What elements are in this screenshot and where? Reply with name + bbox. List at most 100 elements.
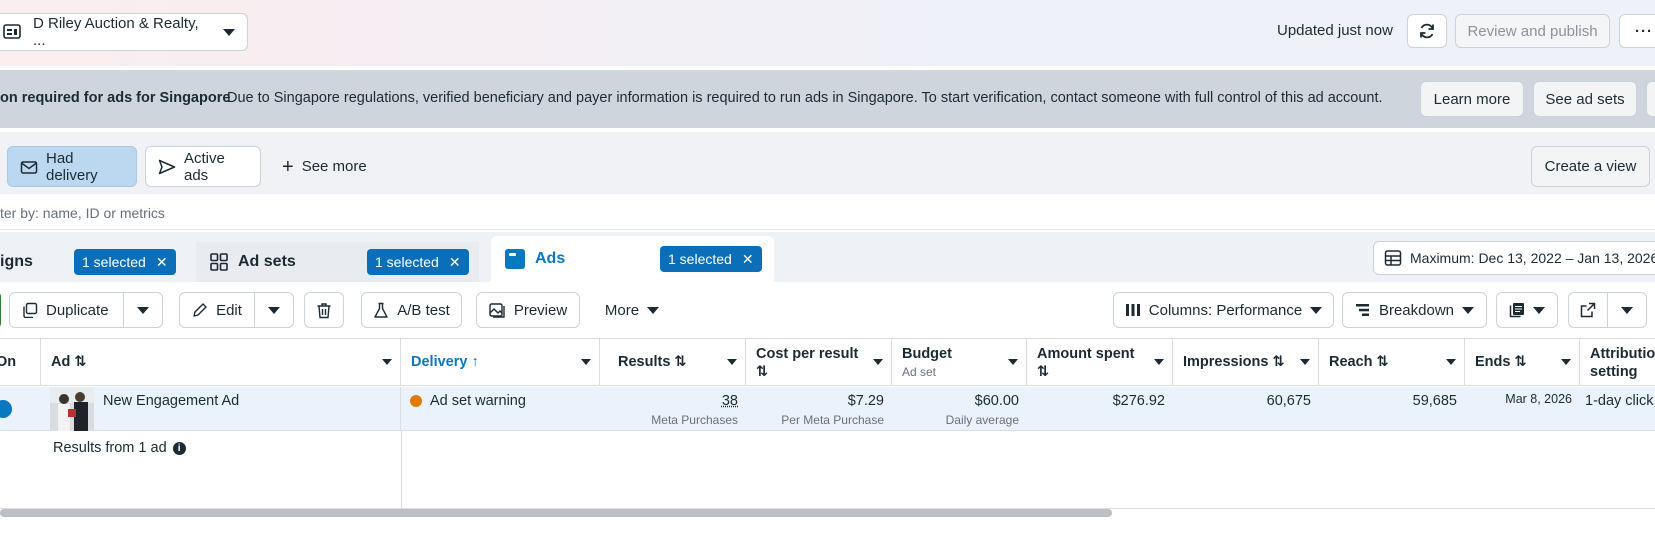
sort-icon[interactable]: ⇅: [756, 364, 768, 380]
column-header-delivery[interactable]: Delivery ↑: [401, 338, 600, 386]
updated-status: Updated just now: [1277, 22, 1393, 39]
export-button[interactable]: [1568, 292, 1608, 328]
delete-button[interactable]: [304, 292, 344, 328]
search-input[interactable]: ter by: name, ID or metrics: [0, 205, 165, 221]
on-off-toggle[interactable]: [0, 400, 12, 418]
see-ad-sets-button[interactable]: See ad sets: [1533, 81, 1637, 117]
more-icon: ···: [1635, 22, 1653, 40]
ad-name-link[interactable]: New Engagement Ad: [103, 393, 239, 409]
chevron-down-icon[interactable]: [727, 359, 737, 365]
column-header-reach[interactable]: Reach ⇅: [1319, 338, 1465, 386]
impressions-cell: 60,675: [1173, 387, 1319, 431]
ad-sets-selected-chip[interactable]: 1 selected ✕: [367, 249, 469, 275]
trash-icon: [316, 302, 332, 319]
cost-value: $7.29: [847, 393, 884, 409]
sort-icon[interactable]: ⇅: [1037, 364, 1049, 380]
header-sublabel: Ad set: [902, 365, 937, 379]
banner-text: Due to Singapore regulations, verified b…: [227, 90, 1383, 106]
chevron-down-icon[interactable]: [1446, 359, 1456, 365]
column-header-ad[interactable]: Ad ⇅: [41, 338, 401, 386]
column-header-cost-per-result[interactable]: Cost per result ⇅: [746, 338, 892, 386]
delivery-cell: Ad set warning: [401, 387, 600, 431]
close-icon[interactable]: ✕: [742, 251, 754, 268]
ends-cell: Mar 8, 2026: [1465, 387, 1580, 431]
column-header-impressions[interactable]: Impressions ⇅: [1173, 338, 1319, 386]
chevron-down-icon: [268, 306, 280, 314]
create-view-button[interactable]: Create a view: [1531, 146, 1650, 187]
active-ads-filter[interactable]: Active ads: [145, 146, 261, 187]
more-actions-button[interactable]: More: [594, 292, 670, 328]
ad-thumbnail[interactable]: [50, 387, 94, 431]
had-delivery-filter[interactable]: Had delivery: [7, 146, 137, 187]
edit-label: Edit: [216, 301, 242, 319]
review-and-publish-button[interactable]: Review and publish: [1455, 14, 1610, 48]
campaigns-selected-chip[interactable]: 1 selected ✕: [74, 249, 176, 275]
ab-test-button[interactable]: A/B test: [361, 292, 462, 328]
info-icon[interactable]: i: [172, 441, 186, 455]
column-header-amount-spent[interactable]: Amount spent ⇅: [1027, 338, 1173, 386]
date-range-picker[interactable]: Maximum: Dec 13, 2022 – Jan 13, 2026: [1373, 241, 1655, 275]
budget-sublabel: Daily average: [945, 413, 1019, 427]
close-icon[interactable]: ✕: [156, 254, 168, 271]
action-toolbar: Duplicate Edit A/B test Preview More Col…: [0, 282, 1655, 338]
chevron-down-icon[interactable]: [1008, 359, 1018, 365]
chevron-down-icon[interactable]: [1300, 359, 1310, 365]
tab-ads[interactable]: Ads 1 selected ✕: [491, 236, 774, 282]
edit-button[interactable]: Edit: [179, 292, 255, 328]
chevron-down-icon[interactable]: [382, 359, 392, 365]
top-bar: D Riley Auction & Realty, ... Updated ju…: [0, 0, 1655, 66]
columns-button[interactable]: Columns: Performance: [1113, 292, 1334, 328]
image-icon: [489, 302, 506, 318]
chevron-down-icon[interactable]: [581, 359, 591, 365]
chevron-down-icon[interactable]: [873, 359, 883, 365]
chevron-down-icon: [1310, 306, 1323, 314]
results-summary: Results from 1 ad i: [53, 440, 186, 456]
column-header-results[interactable]: Results ⇅: [600, 338, 746, 386]
grid-icon: [210, 253, 228, 271]
chevron-down-icon: [647, 306, 660, 314]
column-header-attribution[interactable]: Attribution setting: [1580, 338, 1655, 386]
banner-title: on required for ads for Singapore: [0, 90, 231, 106]
learn-more-button[interactable]: Learn more: [1420, 81, 1524, 117]
ad-name-cell: New Engagement Ad: [41, 387, 401, 431]
see-more-views-button[interactable]: + See more: [270, 146, 380, 187]
breakdown-button[interactable]: Breakdown: [1342, 292, 1487, 328]
search-filter-bar[interactable]: ter by: name, ID or metrics: [0, 196, 1655, 230]
header-label: Results ⇅: [618, 354, 687, 370]
preview-button[interactable]: Preview: [476, 292, 580, 328]
table-row[interactable]: New Engagement Ad Ad set warning 38 Meta…: [0, 387, 1655, 431]
active-ads-label: Active ads: [184, 149, 225, 184]
edit-dropdown-button[interactable]: [254, 292, 294, 328]
column-header-budget[interactable]: Budget Ad set: [892, 338, 1027, 386]
duplicate-dropdown-button[interactable]: [123, 292, 163, 328]
create-button-edge[interactable]: [0, 292, 1, 328]
chevron-down-icon[interactable]: [1154, 359, 1164, 365]
view-bar: Had delivery Active ads + See more Creat…: [0, 132, 1655, 194]
column-header-ends[interactable]: Ends ⇅: [1465, 338, 1580, 386]
reports-button[interactable]: [1496, 292, 1558, 328]
more-label: More: [604, 301, 640, 319]
delivery-status: Ad set warning: [430, 393, 526, 409]
export-dropdown-button[interactable]: [1607, 292, 1647, 328]
header-label: Cost per result: [756, 346, 859, 362]
ads-selected-chip[interactable]: 1 selected ✕: [660, 246, 762, 272]
ad-account-icon: [3, 23, 25, 41]
banner-dismiss-button[interactable]: [1646, 81, 1655, 117]
cost-sublabel: Per Meta Purchase: [781, 413, 884, 427]
tab-ad-sets[interactable]: Ad sets 1 selected ✕: [196, 242, 479, 282]
more-options-button[interactable]: ···: [1619, 14, 1655, 48]
envelope-icon: [20, 159, 38, 175]
tab-campaigns[interactable]: igns 1 selected ✕: [0, 242, 190, 282]
chevron-down-icon[interactable]: [1561, 359, 1571, 365]
reach-value: 59,685: [1412, 393, 1457, 409]
header-label: On: [0, 354, 17, 370]
export-icon: [1580, 302, 1596, 318]
horizontal-scrollbar[interactable]: [0, 509, 1112, 517]
column-header-on[interactable]: On: [0, 338, 41, 386]
close-icon[interactable]: ✕: [449, 254, 461, 271]
results-cell: 38 Meta Purchases: [600, 387, 746, 431]
duplicate-button[interactable]: Duplicate: [9, 292, 124, 328]
account-selector[interactable]: D Riley Auction & Realty, ...: [0, 13, 248, 51]
refresh-button[interactable]: [1407, 14, 1447, 48]
results-value[interactable]: 38: [722, 393, 738, 409]
